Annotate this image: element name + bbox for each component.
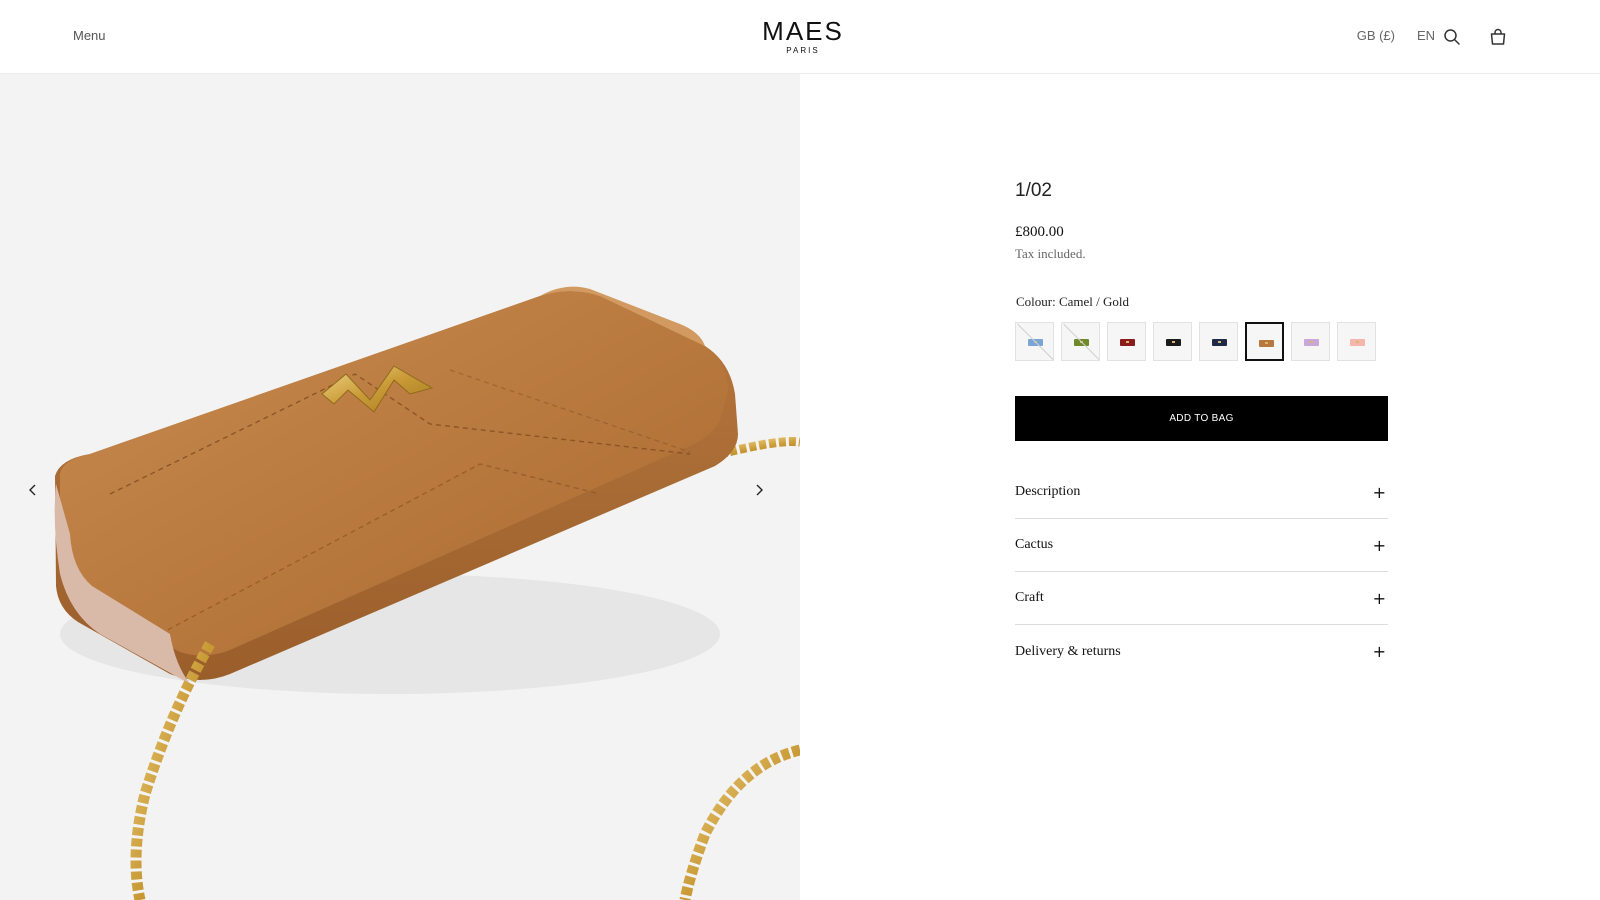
gallery-next-button[interactable] (747, 478, 771, 502)
chevron-left-icon (29, 484, 36, 496)
unavailable-slash (1017, 323, 1053, 360)
swatch-bag-thumbnail (1212, 339, 1227, 346)
accordion-label: Craft (1015, 590, 1044, 605)
colour-swatch-blue[interactable] (1015, 322, 1054, 361)
add-to-bag-button[interactable]: ADD TO BAG (1015, 396, 1388, 441)
accordion-craft[interactable]: Craft + (1015, 572, 1388, 625)
accordion-delivery-returns[interactable]: Delivery & returns + (1015, 625, 1388, 678)
swatch-bag-thumbnail (1166, 339, 1181, 346)
swatch-bag-thumbnail (1259, 340, 1274, 347)
colour-swatch-camel[interactable] (1245, 322, 1284, 361)
unavailable-slash (1063, 323, 1099, 360)
product-title: 1/02 (1015, 180, 1052, 201)
plus-icon: + (1372, 642, 1386, 661)
logo-wordmark: MAES (762, 16, 844, 46)
swatch-bag-thumbnail (1120, 339, 1135, 346)
colour-swatch-black[interactable] (1153, 322, 1192, 361)
colour-swatch-navy[interactable] (1199, 322, 1238, 361)
colour-label: Colour: Camel / Gold (1016, 294, 1130, 309)
swatch-bag-thumbnail (1304, 339, 1319, 346)
language-selector[interactable]: EN (1417, 28, 1435, 43)
accordion-cactus[interactable]: Cactus + (1015, 519, 1388, 572)
product-gallery (0, 74, 800, 900)
currency-selector[interactable]: GB (£) (1357, 28, 1395, 43)
shopping-bag-icon[interactable] (1488, 27, 1508, 47)
logo-subtitle: PARIS (786, 46, 820, 55)
product-price: £800.00 (1015, 224, 1064, 240)
plus-icon: + (1372, 588, 1386, 608)
accordion-label: Delivery & returns (1015, 643, 1121, 659)
plus-icon: + (1372, 535, 1386, 555)
accordion-label: Description (1015, 484, 1081, 499)
accordion-description[interactable]: Description + (1015, 466, 1388, 519)
site-header: Menu MAES PARIS GB (£) EN (0, 0, 1600, 74)
product-image[interactable] (0, 74, 800, 900)
brand-logo[interactable]: MAES PARIS (760, 18, 846, 55)
plus-icon: + (1372, 482, 1386, 502)
colour-swatch-red[interactable] (1107, 322, 1146, 361)
tax-note: Tax included. (1015, 246, 1086, 261)
colour-swatch-green[interactable] (1061, 322, 1100, 361)
accordion-label: Cactus (1015, 537, 1054, 552)
colour-swatches (1015, 322, 1376, 361)
colour-swatch-pink[interactable] (1337, 322, 1376, 361)
search-icon[interactable] (1442, 27, 1462, 47)
colour-swatch-lilac[interactable] (1291, 322, 1330, 361)
product-accordion: Description + Cactus + Craft + Delivery … (1015, 466, 1388, 678)
menu-link[interactable]: Menu (73, 28, 106, 43)
gallery-prev-button[interactable] (21, 478, 45, 502)
chevron-right-icon (756, 484, 763, 496)
swatch-bag-thumbnail (1350, 339, 1365, 346)
